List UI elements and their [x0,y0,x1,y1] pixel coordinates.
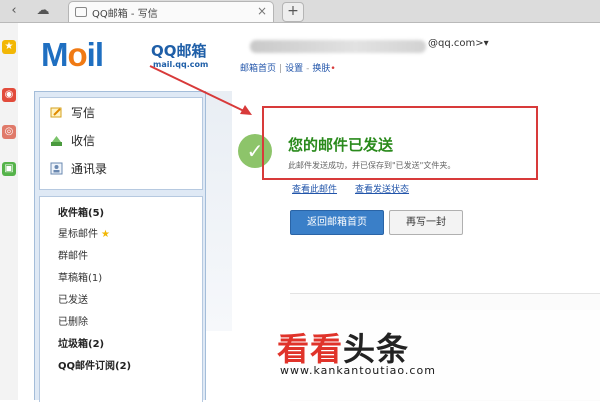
skin-link[interactable]: 换肤 [312,64,330,74]
folder-sent[interactable]: 已发送 [58,291,88,306]
browser-tab-active[interactable]: QQ邮箱 - 写信 × [68,1,274,22]
cloud-icon[interactable]: ☁ [33,2,53,19]
contacts-label: 通讯录 [71,161,108,176]
result-links: 查看此邮件 查看发送状态 [292,182,427,195]
folder-starred[interactable]: 星标邮件 ★ [58,225,110,240]
app-icon[interactable]: ◎ [2,125,16,139]
browser-sidebar: ★ ◉ ◎ ▣ [0,23,18,400]
folder-starred-label: 星标邮件 [58,229,98,240]
send-description: 此邮件发送成功，并已保存到"已发送"文件夹。 [288,161,456,170]
account-email-text: @qq.com> [428,38,484,49]
mail-logo[interactable]: Moil [41,38,104,71]
home-link[interactable]: 邮箱首页 [240,64,276,74]
view-mail-link[interactable]: 查看此邮件 [292,185,337,195]
tab-close-icon[interactable]: × [257,4,267,18]
settings-link[interactable]: 设置 [285,64,303,74]
browser-tab-bar: ‹ ☁ QQ邮箱 - 写信 × + [0,0,600,23]
page-title: 您的邮件已发送 [288,136,394,154]
star-icon: ★ [101,229,110,240]
mascot-decoration [206,91,232,331]
watermark-url: www.kankantoutiao.com [280,364,436,377]
watermark-part2: 头条 [343,330,410,368]
compose-command[interactable]: 写信 [50,103,95,121]
weibo-icon[interactable]: ◉ [2,88,16,102]
new-tab-button[interactable]: + [282,2,304,22]
contacts-command[interactable]: 通讯录 [50,159,107,177]
write-another-button[interactable]: 再写一封 [389,210,463,235]
return-home-button[interactable]: 返回邮箱首页 [290,210,384,235]
watermark-part1: 看看 [277,330,344,368]
receive-command[interactable]: 收信 [50,131,95,149]
command-box: 写信 收信 通讯录 [39,97,203,190]
inbox-icon [50,134,63,147]
brand-name: QQ邮箱 [151,42,207,60]
chat-app-icon[interactable]: ▣ [2,162,16,176]
folder-deleted[interactable]: 已删除 [58,313,88,328]
back-icon[interactable]: ‹ [4,2,24,19]
tab-title: QQ邮箱 - 写信 [92,8,158,20]
brand-domain: mail.qq.com [153,60,209,69]
pencil-icon [50,106,63,119]
favorites-star-icon[interactable]: ★ [2,40,16,54]
chevron-down-icon: ▾ [483,38,489,49]
account-email[interactable]: @qq.com>▾ [428,38,489,49]
folder-list: 收件箱(5) 星标邮件 ★ 群邮件 草稿箱(1) 已发送 已删除 垃圾箱(2) Q… [39,196,203,402]
receive-label: 收信 [71,133,96,148]
contacts-icon [50,162,63,175]
view-status-link[interactable]: 查看发送状态 [355,185,409,195]
folder-inbox[interactable]: 收件箱(5) [58,204,104,219]
mail-sidebar: 写信 收信 通讯录 收件箱(5) 星标邮件 ★ 群邮件 草稿箱(1) 已发送 已删… [34,91,206,402]
account-name-blurred [250,40,426,53]
header-links: 邮箱首页 | 设置 - 换肤• [240,64,336,74]
folder-drafts[interactable]: 草稿箱(1) [58,269,102,284]
mail-favicon-icon [75,7,87,17]
folder-spam[interactable]: 垃圾箱(2) [58,335,104,350]
folder-group[interactable]: 群邮件 [58,247,88,262]
folder-subscription[interactable]: QQ邮件订阅(2) [58,357,131,372]
new-dot-icon: • [330,64,336,74]
compose-label: 写信 [71,105,96,120]
mail-header: Moil QQ邮箱 mail.qq.com @qq.com>▾ 邮箱首页 | 设置 -… [18,23,600,88]
